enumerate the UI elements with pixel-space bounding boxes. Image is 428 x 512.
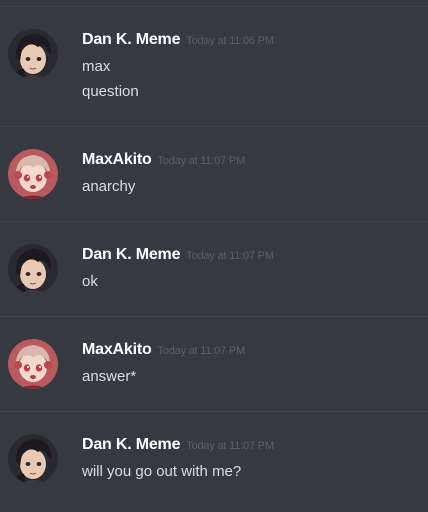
timestamp: Today at 11:07 PM xyxy=(186,440,274,452)
username[interactable]: Dan K. Meme xyxy=(82,436,180,453)
timestamp: Today at 11:07 PM xyxy=(157,155,246,167)
message-text: anarchy xyxy=(82,178,136,195)
username[interactable]: Dan K. Meme xyxy=(82,246,180,263)
avatar[interactable] xyxy=(8,149,58,199)
avatar[interactable] xyxy=(8,339,58,389)
username[interactable]: MaxAkito xyxy=(82,151,152,168)
message-text: will you go out with me? xyxy=(82,463,242,480)
username[interactable]: Dan K. Meme xyxy=(82,31,180,48)
message-group: MaxAkito Today at 11:07 PM anarchy xyxy=(0,126,428,221)
pink-hair-anime-avatar-icon xyxy=(8,149,58,199)
username[interactable]: MaxAkito xyxy=(82,341,152,358)
avatar[interactable] xyxy=(8,29,58,79)
message-text: question xyxy=(82,83,139,100)
dark-hair-anime-avatar-icon xyxy=(8,434,58,484)
message-group: Dan K. Meme Today at 11:07 PM will you go… xyxy=(0,411,428,512)
avatar[interactable] xyxy=(8,244,58,294)
avatar[interactable] xyxy=(8,434,58,484)
message-text: ok xyxy=(82,273,98,290)
timestamp: Today at 11:06 PM xyxy=(186,35,274,47)
timestamp: Today at 11:07 PM xyxy=(157,345,246,357)
timestamp: Today at 11:07 PM xyxy=(186,250,274,262)
message-group: Dan K. Meme Today at 11:07 PM ok xyxy=(0,221,428,316)
dark-hair-anime-avatar-icon xyxy=(8,244,58,294)
message-text: max xyxy=(82,58,111,75)
message-group: Dan K. Meme Today at 11:06 PM max questio… xyxy=(0,6,428,126)
dark-hair-anime-avatar-icon xyxy=(8,29,58,79)
message-group: MaxAkito Today at 11:07 PM answer* xyxy=(0,316,428,411)
pink-hair-anime-avatar-icon xyxy=(8,339,58,389)
chat-message-list: Dan K. Meme Today at 11:06 PM max questio… xyxy=(0,0,428,512)
message-text: answer* xyxy=(82,368,137,385)
